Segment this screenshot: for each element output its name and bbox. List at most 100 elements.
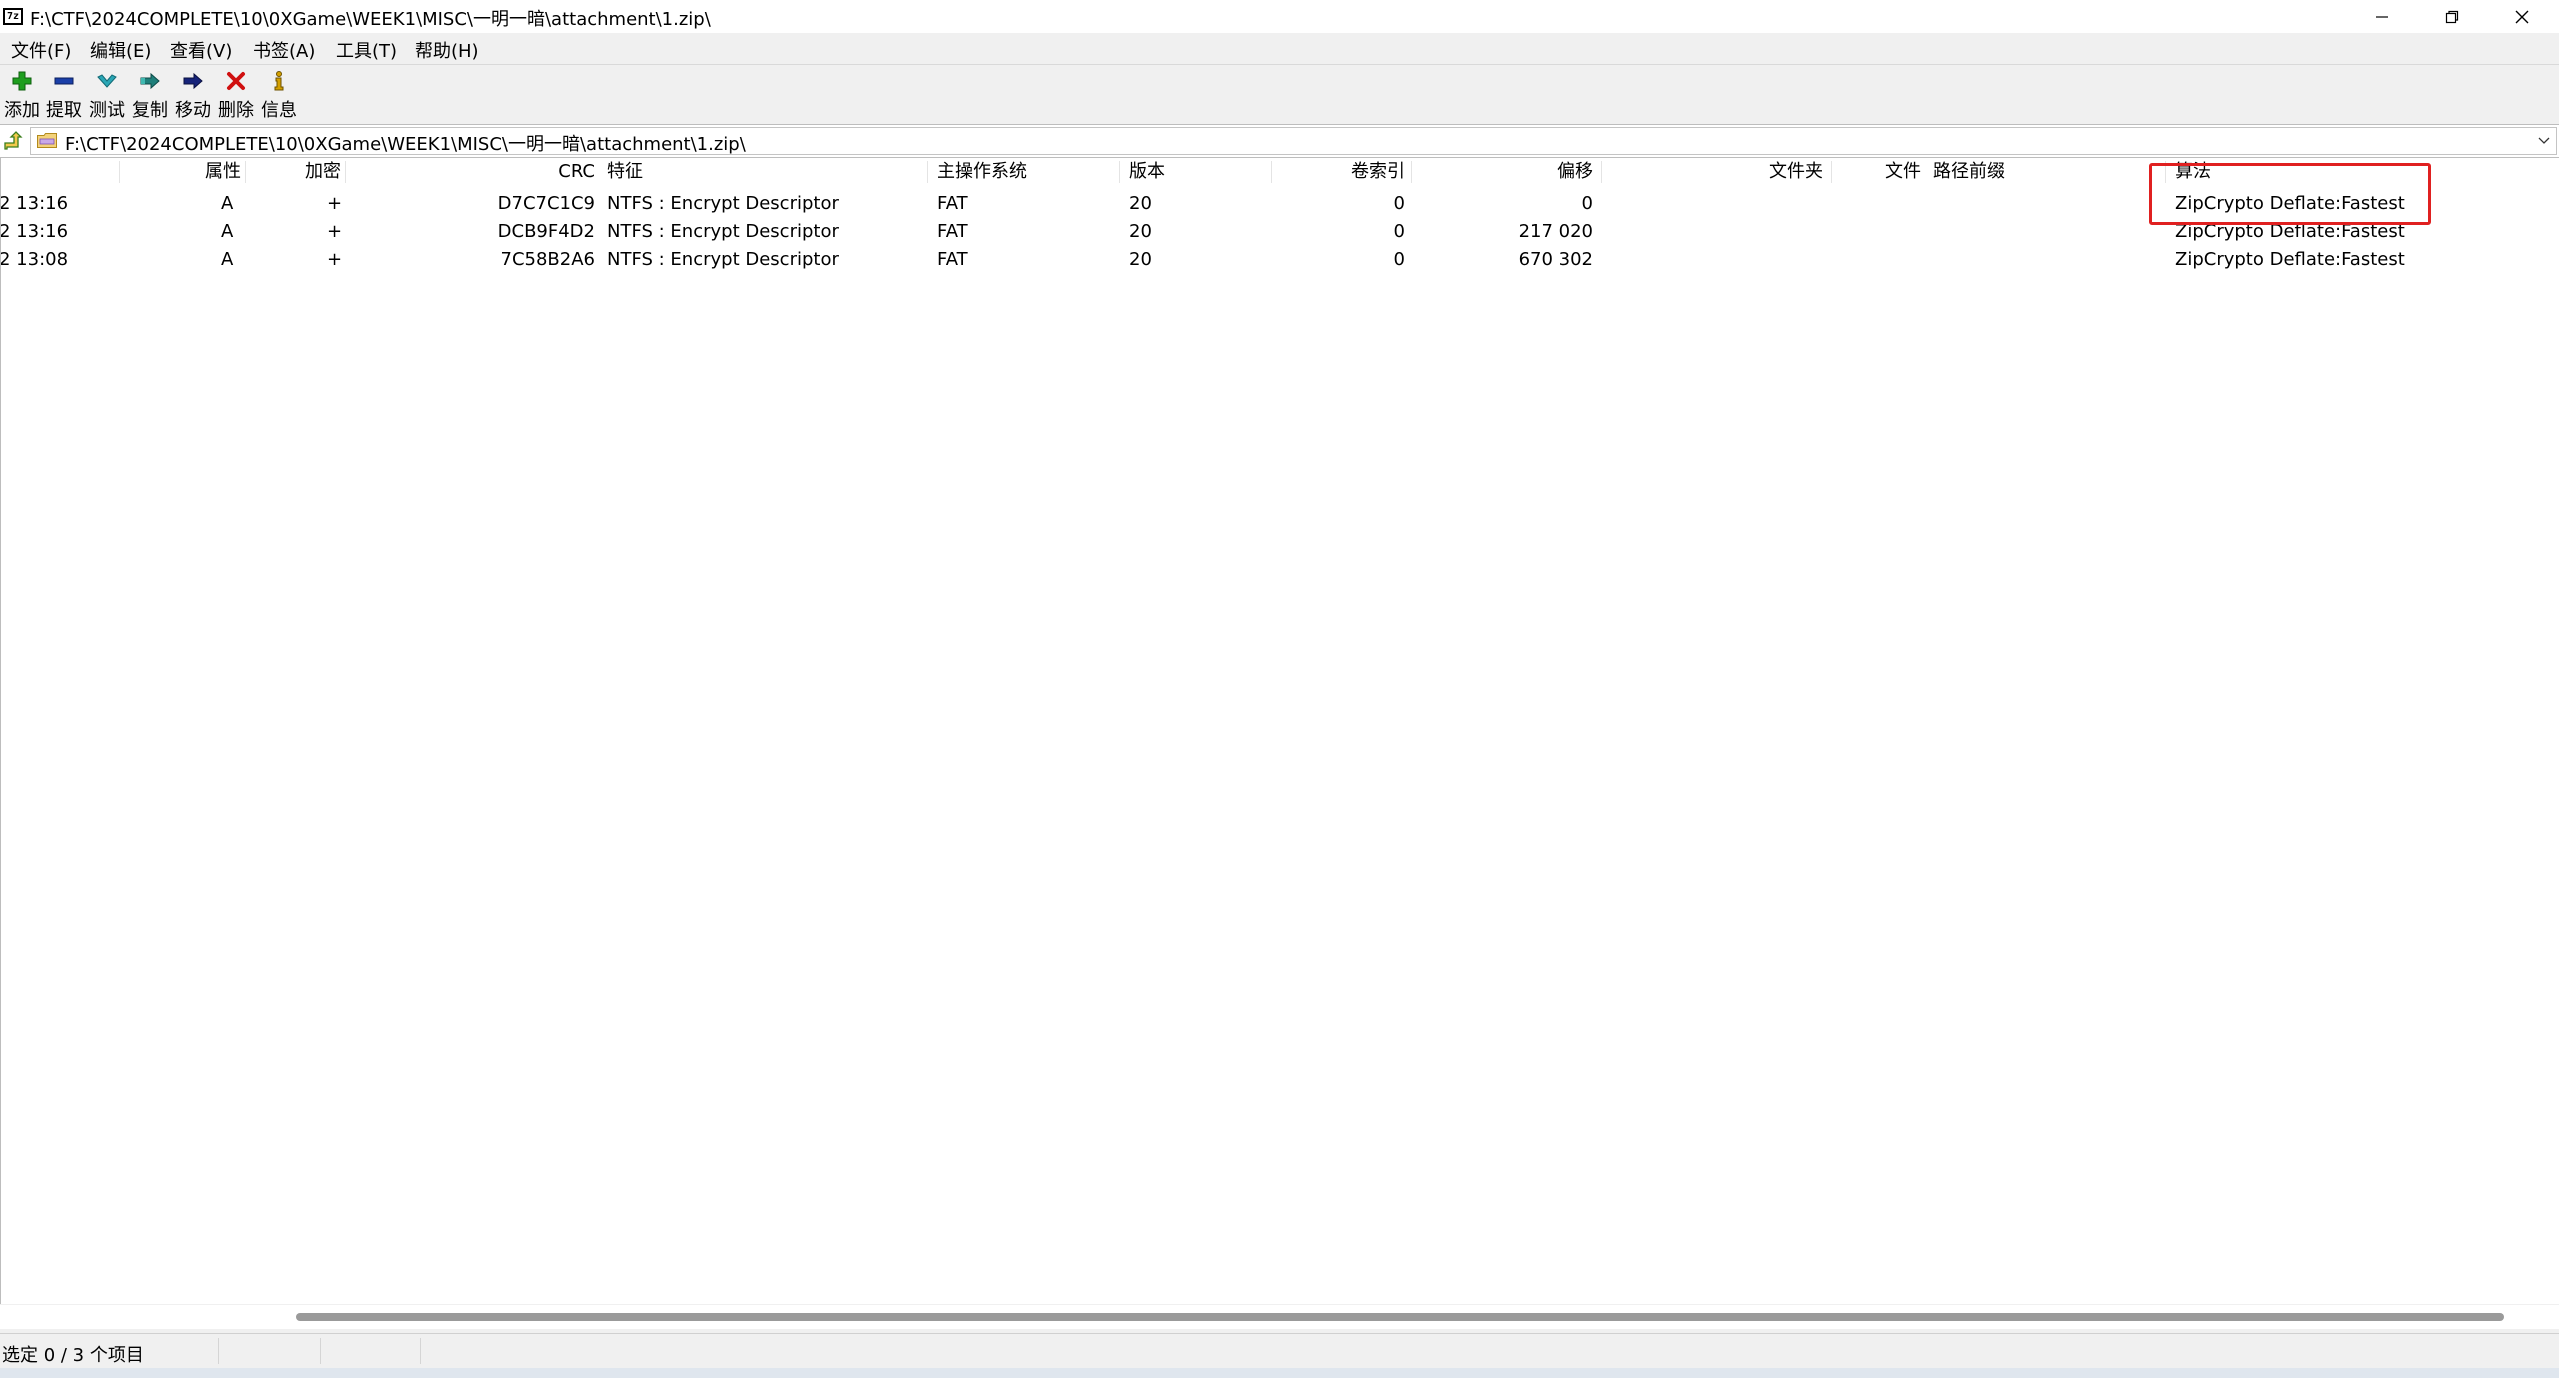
close-icon	[2515, 10, 2529, 23]
test-label: 测试	[89, 100, 125, 121]
cell-encrypted: +	[327, 249, 343, 270]
column-header-host-os[interactable]: 主操作系统	[937, 158, 1027, 186]
cell-volume-index: 0	[1393, 221, 1405, 242]
minimize-button[interactable]	[2347, 0, 2417, 33]
cell-version: 20	[1129, 221, 1152, 242]
column-header-crc[interactable]: CRC	[451, 158, 595, 186]
cell-offset: 670 302	[1518, 249, 1593, 270]
column-header-offset[interactable]: 偏移	[1421, 158, 1593, 186]
restore-button[interactable]	[2417, 0, 2487, 33]
menu-file[interactable]: 文件(F)	[11, 37, 71, 63]
scrollbar-thumb[interactable]	[296, 1313, 2504, 1321]
path-text[interactable]: F:\CTF\2024COMPLETE\10\0XGame\WEEK1\MISC…	[65, 130, 746, 156]
cell-volume-index: 0	[1393, 193, 1405, 214]
extract-button[interactable]: 提取	[42, 68, 86, 121]
folder-up-icon	[4, 131, 23, 150]
menu-tools[interactable]: 工具(T)	[336, 37, 397, 63]
copy-label: 复制	[132, 100, 168, 121]
menu-edit[interactable]: 编辑(E)	[90, 37, 151, 63]
close-button[interactable]	[2487, 0, 2557, 33]
status-selection: 选定 0 / 3 个项目	[2, 1345, 144, 1366]
status-divider	[218, 1338, 219, 1364]
add-label: 添加	[4, 100, 40, 121]
cell-attr: A	[221, 193, 234, 214]
column-header-volume-index[interactable]: 卷索引	[1281, 158, 1405, 186]
menu-help[interactable]: 帮助(H)	[415, 37, 479, 63]
cell-characteristics: NTFS : Encrypt Descriptor	[607, 249, 839, 270]
info-button[interactable]: 信息	[257, 68, 301, 121]
menu-view[interactable]: 查看(V)	[170, 37, 232, 63]
file-list[interactable]: 属性 加密 CRC 特征 主操作系统 版本 卷索引 偏移 文件夹 文件 路径前缀…	[0, 158, 2559, 1304]
column-header-attr[interactable]: 属性	[151, 158, 241, 186]
column-header-method[interactable]: 算法	[2175, 158, 2211, 186]
column-header-encrypted[interactable]: 加密	[251, 158, 341, 186]
cell-host-os: FAT	[937, 221, 968, 242]
cell-offset: 0	[1581, 193, 1593, 214]
cell-modified: 2 13:16	[0, 221, 69, 242]
cell-method: ZipCrypto Deflate:Fastest	[2175, 221, 2405, 242]
header-separator[interactable]	[119, 161, 120, 183]
double-arrow-icon	[140, 72, 160, 90]
status-divider	[420, 1338, 421, 1364]
horizontal-scrollbar[interactable]	[0, 1305, 2559, 1329]
extract-label: 提取	[46, 100, 82, 121]
header-separator[interactable]	[1271, 161, 1272, 183]
path-combobox[interactable]: F:\CTF\2024COMPLETE\10\0XGame\WEEK1\MISC…	[30, 127, 2557, 155]
minimize-icon	[2376, 15, 2388, 18]
test-button[interactable]: 测试	[85, 68, 129, 121]
plus-icon	[12, 71, 32, 91]
x-icon	[227, 72, 245, 90]
info-label: 信息	[261, 100, 297, 121]
menu-bookmarks[interactable]: 书签(A)	[253, 37, 315, 63]
arrow-right-icon	[183, 72, 203, 90]
header-separator[interactable]	[1601, 161, 1602, 183]
cell-version: 20	[1129, 193, 1152, 214]
header-separator[interactable]	[1119, 161, 1120, 183]
move-label: 移动	[175, 100, 211, 121]
move-button[interactable]: 移动	[171, 68, 215, 121]
restore-icon	[2445, 10, 2459, 23]
cell-modified: 2 13:16	[0, 193, 69, 214]
menu-bar: 文件(F) 编辑(E) 查看(V) 书签(A) 工具(T) 帮助(H)	[0, 33, 2559, 63]
check-icon	[97, 74, 117, 88]
header-separator[interactable]	[345, 161, 346, 183]
folder-up-button[interactable]	[2, 129, 26, 153]
title-bar: 7z F:\CTF\2024COMPLETE\10\0XGame\WEEK1\M…	[0, 0, 2559, 33]
toolbar: 添加 提取 测试 复制 移动 删除 信息	[0, 64, 2559, 121]
delete-label: 删除	[218, 100, 254, 121]
cell-host-os: FAT	[937, 249, 968, 270]
header-separator[interactable]	[245, 161, 246, 183]
header-separator[interactable]	[1411, 161, 1412, 183]
archive-folder-icon	[37, 133, 57, 148]
address-bar: F:\CTF\2024COMPLETE\10\0XGame\WEEK1\MISC…	[0, 124, 2559, 158]
window-title: F:\CTF\2024COMPLETE\10\0XGame\WEEK1\MISC…	[30, 9, 711, 30]
status-bar: 选定 0 / 3 个项目	[0, 1333, 2559, 1369]
app-7zip-icon: 7z	[3, 8, 23, 25]
cell-attr: A	[221, 221, 234, 242]
minus-icon	[54, 77, 74, 85]
delete-button[interactable]: 删除	[214, 68, 258, 121]
cell-volume-index: 0	[1393, 249, 1405, 270]
add-button[interactable]: 添加	[0, 68, 44, 121]
cell-method: ZipCrypto Deflate:Fastest	[2175, 249, 2405, 270]
column-header-files[interactable]: 文件	[1841, 158, 1921, 186]
status-divider	[320, 1338, 321, 1364]
cell-version: 20	[1129, 249, 1152, 270]
header-separator[interactable]	[1831, 161, 1832, 183]
cell-crc: DCB9F4D2	[497, 221, 595, 242]
column-header-folders[interactable]: 文件夹	[1621, 158, 1823, 186]
column-header-path-prefix[interactable]: 路径前缀	[1933, 158, 2005, 186]
cell-characteristics: NTFS : Encrypt Descriptor	[607, 193, 839, 214]
cell-modified: 2 13:08	[0, 249, 69, 270]
column-header-characteristics[interactable]: 特征	[607, 158, 643, 186]
info-icon	[274, 71, 284, 91]
copy-button[interactable]: 复制	[128, 68, 172, 121]
cell-offset: 217 020	[1518, 221, 1593, 242]
header-separator[interactable]	[2165, 161, 2166, 183]
cell-method: ZipCrypto Deflate:Fastest	[2175, 193, 2405, 214]
header-separator[interactable]	[927, 161, 928, 183]
column-header-version[interactable]: 版本	[1129, 158, 1165, 186]
cell-crc: D7C7C1C9	[497, 193, 595, 214]
chevron-down-icon[interactable]	[2536, 131, 2552, 149]
cell-crc: 7C58B2A6	[500, 249, 596, 270]
